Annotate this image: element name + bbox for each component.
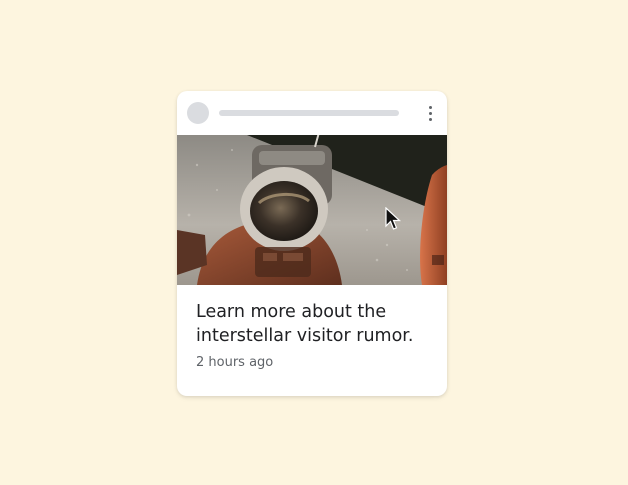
card-header xyxy=(177,91,447,135)
title-placeholder-bar xyxy=(219,110,399,116)
avatar-placeholder xyxy=(187,102,209,124)
card-timestamp: 2 hours ago xyxy=(196,355,274,370)
card-headline[interactable]: Learn more about the interstellar visito… xyxy=(196,300,436,348)
more-vert-icon[interactable] xyxy=(421,103,439,123)
news-card[interactable]: Learn more about the interstellar visito… xyxy=(177,91,447,396)
menu-dot xyxy=(428,105,432,109)
menu-dot xyxy=(428,117,432,121)
menu-dot xyxy=(428,111,432,115)
astronaut-on-moon-image[interactable] xyxy=(177,135,447,285)
